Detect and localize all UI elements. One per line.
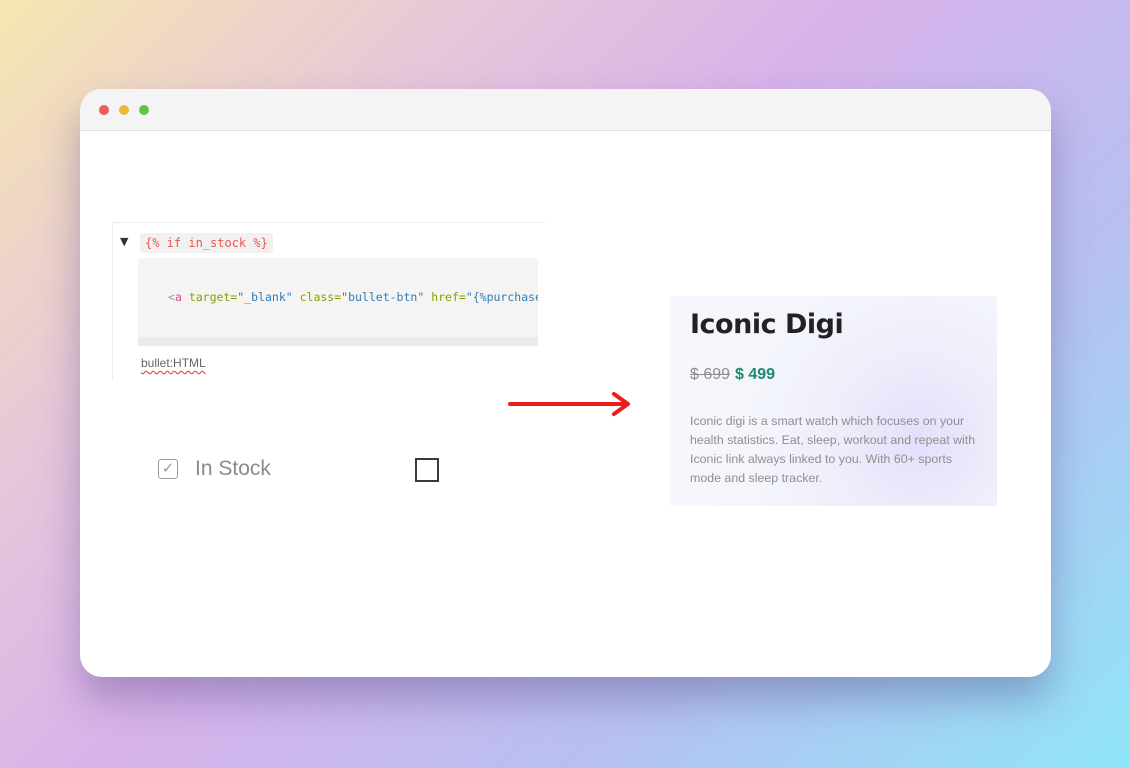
toggle-triangle-icon[interactable]: ▼ (120, 235, 128, 248)
app-window: ▼ {% if in_stock %} <a target="_blank" c… (80, 89, 1051, 677)
close-window-button[interactable] (99, 105, 109, 115)
product-name: Iconic Digi (690, 309, 844, 340)
code-token: "_blank" (237, 290, 293, 304)
unchecked-checkbox[interactable] (415, 458, 439, 482)
maximize-window-button[interactable] (139, 105, 149, 115)
code-token: href= (431, 290, 466, 304)
arrow-right-icon (508, 392, 630, 416)
original-price: $ 699 (690, 366, 731, 383)
product-card: Iconic Digi $ 699 $ 499 Iconic digi is a… (670, 296, 997, 506)
product-description: Iconic digi is a smart watch which focus… (690, 414, 976, 485)
code-token: "bullet-btn" (341, 290, 425, 304)
code-token: target= (188, 290, 238, 304)
sale-price: $ 499 (735, 366, 776, 383)
toggle-block: ▼ {% if in_stock %} <a target="_blank" c… (112, 222, 545, 381)
code-line: <a target="_blank" class="bullet-btn" hr… (168, 290, 538, 304)
minimize-window-button[interactable] (119, 105, 129, 115)
code-token: class= (299, 290, 342, 304)
code-token: a (174, 290, 182, 304)
title-bar (80, 89, 1051, 131)
code-token: < (168, 290, 175, 304)
inline-code-condition: {% if in_stock %} (140, 233, 273, 253)
code-block-caption[interactable]: bullet:HTML (141, 356, 206, 370)
code-block[interactable]: <a target="_blank" class="bullet-btn" hr… (138, 258, 538, 346)
in-stock-label: In Stock (195, 457, 271, 480)
code-block-scrollbar[interactable] (138, 337, 538, 346)
code-token: "{%purchase (465, 290, 538, 304)
in-stock-checkbox[interactable]: ✓ (158, 459, 178, 479)
